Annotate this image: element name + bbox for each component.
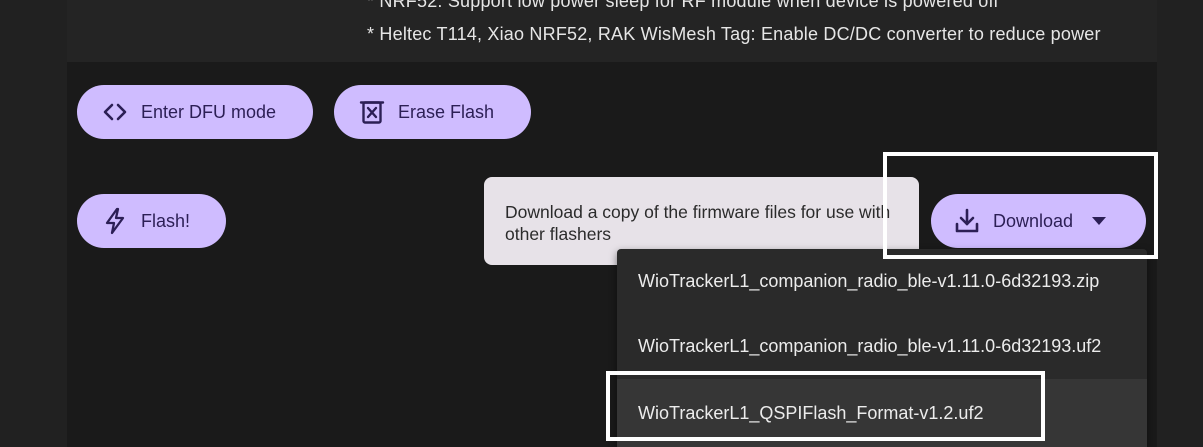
download-menu: WioTrackerL1_companion_radio_ble-v1.11.0… (617, 249, 1147, 447)
release-note-line: * Heltec T114, Xiao NRF52, RAK WisMesh T… (367, 24, 1101, 44)
flash-label: Flash! (141, 210, 191, 231)
code-brackets-icon (101, 98, 129, 126)
erase-flash-button[interactable]: Erase Flash (334, 85, 531, 139)
release-note-line: * NRF52: Support low power sleep for RF … (367, 0, 999, 11)
download-button[interactable]: Download (931, 194, 1146, 248)
menu-item-qspiflash-format[interactable]: WioTrackerL1_QSPIFlash_Format-v1.2.uf2 (617, 379, 1147, 447)
download-icon (953, 207, 981, 235)
lightning-icon (101, 207, 129, 235)
flash-button[interactable]: Flash! (77, 194, 226, 248)
menu-item-companion-uf2[interactable]: WioTrackerL1_companion_radio_ble-v1.11.0… (617, 314, 1147, 379)
erase-box-icon (358, 98, 386, 126)
caret-down-icon[interactable] (1091, 216, 1107, 226)
enter-dfu-mode-button[interactable]: Enter DFU mode (77, 85, 313, 139)
release-notes-card: * NRF52: Support low power sleep for RF … (67, 0, 1157, 62)
download-label: Download (993, 210, 1074, 231)
enter-dfu-mode-label: Enter DFU mode (141, 101, 277, 122)
menu-item-companion-zip[interactable]: WioTrackerL1_companion_radio_ble-v1.11.0… (617, 249, 1147, 314)
erase-flash-label: Erase Flash (398, 101, 495, 122)
